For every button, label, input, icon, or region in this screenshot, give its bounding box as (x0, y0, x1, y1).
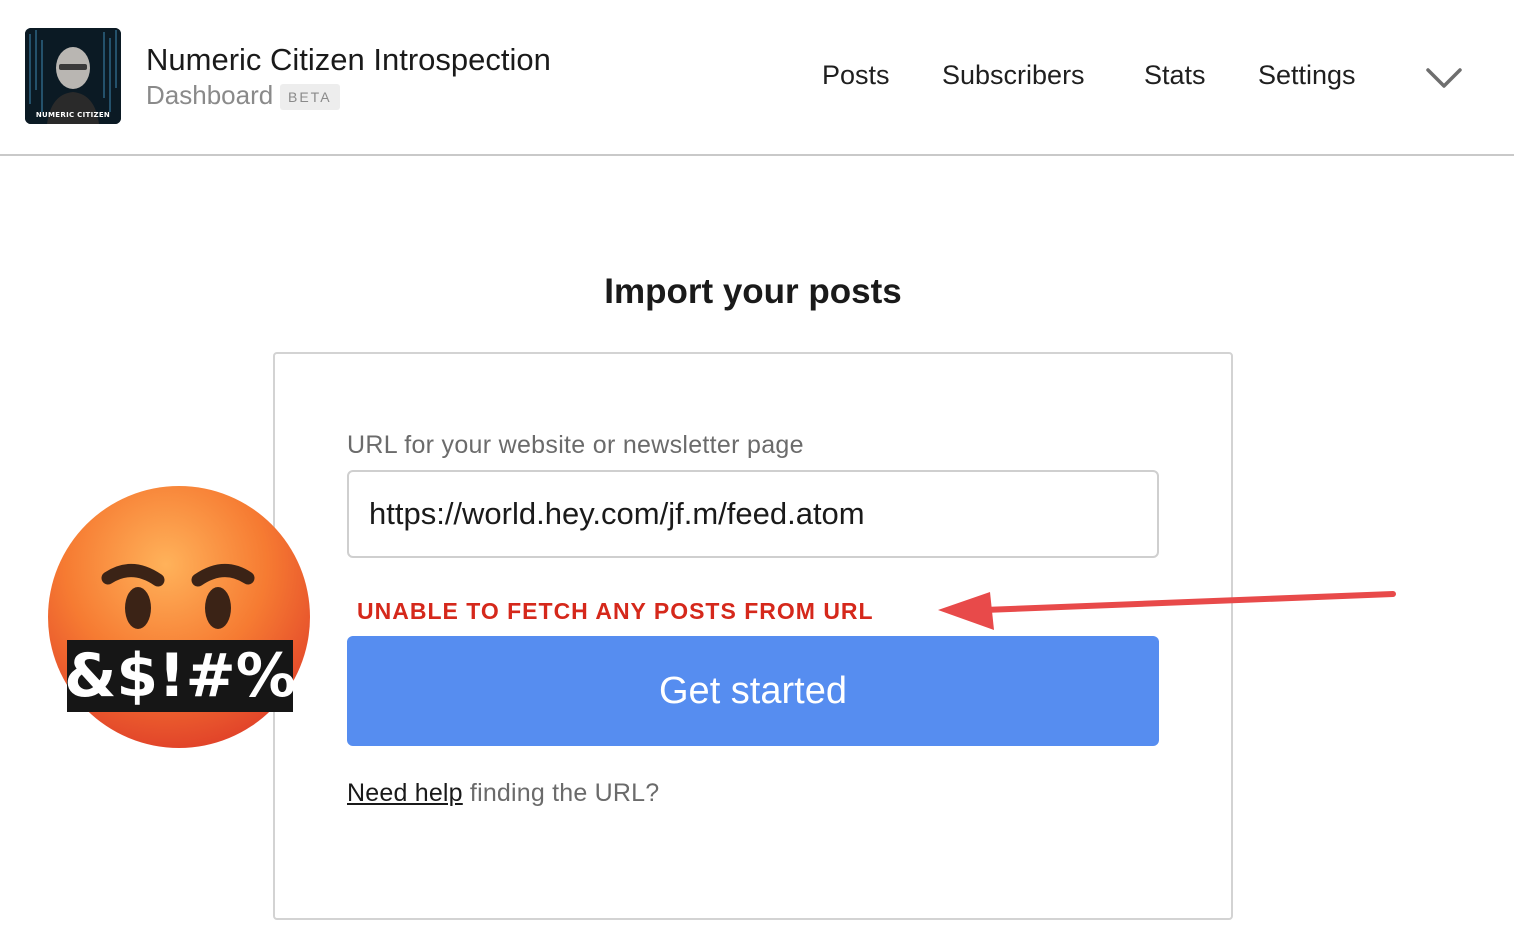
dashboard-label: Dashboard (146, 80, 274, 110)
top-header: NUMERIC CITIZEN Numeric Citizen Introspe… (0, 0, 1514, 156)
help-text-rest: finding the URL? (462, 779, 660, 807)
get-started-button[interactable]: Get started (347, 636, 1159, 746)
publication-logo[interactable]: NUMERIC CITIZEN (25, 28, 121, 124)
publication-name[interactable]: Numeric Citizen Introspection (146, 42, 551, 78)
beta-badge: BETA (280, 84, 340, 110)
need-help-link[interactable]: Need help (347, 779, 463, 807)
angry-face-with-symbols-icon: &$!#% (48, 486, 310, 748)
url-field-label: URL for your website or newsletter page (347, 431, 804, 459)
logo-caption: NUMERIC CITIZEN (35, 111, 111, 119)
page-title: Import your posts (604, 272, 902, 311)
nav-stats[interactable]: Stats (1144, 60, 1206, 91)
help-text: Need help finding the URL? (347, 779, 659, 808)
nav-posts[interactable]: Posts (822, 60, 890, 91)
red-arrow-icon (938, 591, 1396, 630)
emoji-symbols-text: &$!#% (64, 641, 296, 711)
error-message: UNABLE TO FETCH ANY POSTS FROM URL (357, 598, 874, 624)
logo-portrait-icon (25, 28, 121, 124)
url-input[interactable] (347, 470, 1159, 558)
chevron-down-icon[interactable] (1422, 62, 1466, 92)
nav-subscribers[interactable]: Subscribers (942, 60, 1085, 91)
nav-settings[interactable]: Settings (1258, 60, 1356, 91)
